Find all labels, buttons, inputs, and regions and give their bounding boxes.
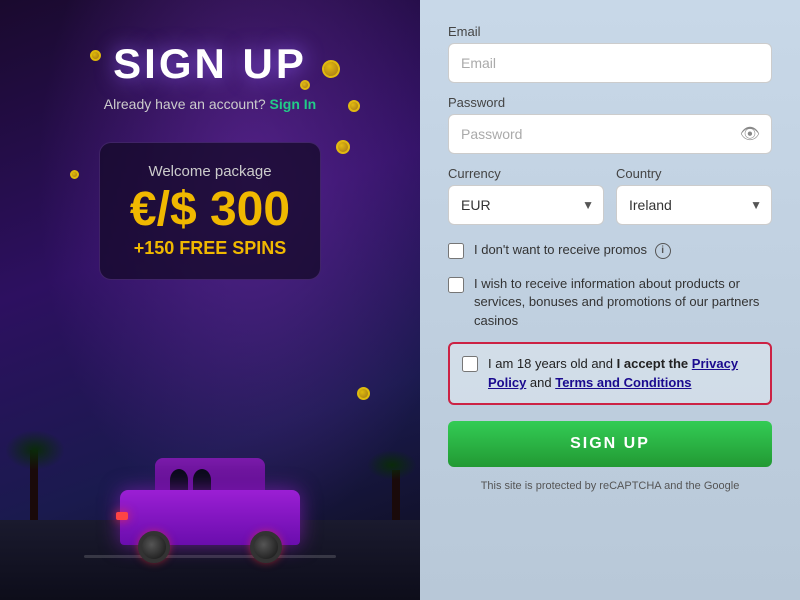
- country-group: Country Ireland United Kingdom Germany F…: [616, 166, 772, 225]
- password-wrapper: 👁: [448, 114, 772, 154]
- currency-country-row: Currency EUR USD GBP ▼ Country Ireland U…: [448, 166, 772, 225]
- signup-button[interactable]: SIGN UP: [448, 421, 772, 467]
- currency-select-wrapper: EUR USD GBP ▼: [448, 185, 604, 225]
- free-spins-label: +150 FREE SPINS: [130, 238, 290, 259]
- coin-decoration: [320, 58, 342, 80]
- page-title: SIGN UP: [113, 40, 307, 88]
- wheel-right: [250, 531, 282, 563]
- password-label: Password: [448, 95, 772, 110]
- coin-decoration: [90, 50, 101, 61]
- promo-label: I don't want to receive promos i: [474, 241, 671, 259]
- email-input[interactable]: [448, 43, 772, 83]
- partners-label: I wish to receive information about prod…: [474, 275, 772, 330]
- partners-checkbox[interactable]: [448, 277, 464, 293]
- promo-checkbox-row: I don't want to receive promos i: [448, 241, 772, 259]
- right-panel: Email Password 👁 Currency EUR USD GBP ▼ …: [420, 0, 800, 600]
- wheel-left: [138, 531, 170, 563]
- country-select-wrapper: Ireland United Kingdom Germany France ▼: [616, 185, 772, 225]
- email-label: Email: [448, 24, 772, 39]
- country-select[interactable]: Ireland United Kingdom Germany France: [616, 185, 772, 225]
- car: [120, 490, 300, 545]
- promo-checkbox[interactable]: [448, 243, 464, 259]
- partners-checkbox-row: I wish to receive information about prod…: [448, 275, 772, 330]
- terms-conditions-link[interactable]: Terms and Conditions: [555, 375, 691, 390]
- headlight: [116, 512, 128, 520]
- palm-decoration: [30, 450, 38, 530]
- left-panel: SIGN UP Already have an account? Sign In…: [0, 0, 420, 600]
- promo-info-icon[interactable]: i: [655, 243, 671, 259]
- currency-select[interactable]: EUR USD GBP: [448, 185, 604, 225]
- currency-group: Currency EUR USD GBP ▼: [448, 166, 604, 225]
- recaptcha-text: This site is protected by reCAPTCHA and …: [448, 479, 772, 494]
- toggle-password-icon[interactable]: 👁: [740, 124, 760, 144]
- coin-decoration: [336, 140, 350, 154]
- welcome-package-box: Welcome package €/$ 300 +150 FREE SPINS: [99, 142, 321, 280]
- terms-checkbox[interactable]: [462, 356, 478, 372]
- email-field-group: Email: [448, 24, 772, 83]
- currency-label: Currency: [448, 166, 604, 181]
- password-field-group: Password 👁: [448, 95, 772, 154]
- terms-text: I am 18 years old and I accept the Priva…: [488, 354, 758, 393]
- sign-in-link[interactable]: Sign In: [270, 96, 317, 112]
- password-input[interactable]: [448, 114, 772, 154]
- terms-box: I am 18 years old and I accept the Priva…: [448, 342, 772, 405]
- already-account-text: Already have an account? Sign In: [104, 96, 316, 112]
- bonus-amount: €/$ 300: [130, 186, 290, 234]
- coin-decoration: [70, 170, 79, 179]
- car-scene: [0, 380, 420, 600]
- country-label: Country: [616, 166, 772, 181]
- welcome-label: Welcome package: [130, 163, 290, 180]
- coin-decoration: [348, 100, 360, 112]
- car-top: [155, 458, 265, 493]
